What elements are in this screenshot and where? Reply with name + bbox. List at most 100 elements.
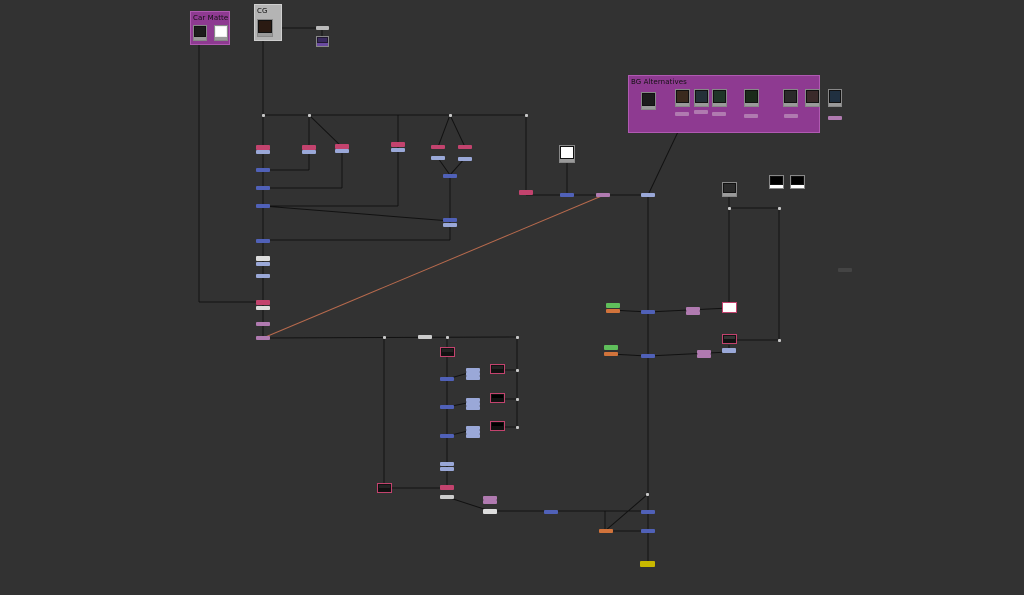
dot-node-grey-2[interactable] [256, 306, 270, 310]
merge-node-10[interactable] [641, 354, 655, 358]
read-node-bg-4[interactable] [712, 89, 727, 107]
read-node-car-6[interactable] [377, 483, 392, 493]
grade-node-2[interactable] [256, 300, 270, 305]
constant-node-orange-1[interactable] [606, 309, 620, 313]
read-node-bg-8[interactable] [828, 89, 842, 107]
read-node-matte-4[interactable] [790, 175, 805, 189]
disabled-node[interactable] [838, 268, 852, 272]
read-node-car-2[interactable] [722, 182, 737, 197]
transform-node-9[interactable] [483, 500, 497, 504]
transform-node-5[interactable] [686, 311, 700, 315]
dot-node-grey-5[interactable] [483, 509, 497, 514]
transform-node-3[interactable] [596, 193, 610, 197]
read-node-matte[interactable] [214, 25, 228, 41]
read-node-car-4[interactable] [440, 347, 455, 357]
dot-node-6[interactable] [778, 207, 781, 210]
dot-node-4[interactable] [525, 114, 528, 117]
merge-node-6[interactable] [443, 218, 457, 222]
backdrop-car-matte[interactable]: Car Matte [190, 11, 230, 45]
read-node-bg-6[interactable] [783, 89, 798, 107]
merge-node-13[interactable] [440, 434, 454, 438]
merge-node-2[interactable] [256, 186, 270, 190]
constant-node-orange-2[interactable] [604, 352, 618, 356]
node-bg-4[interactable] [744, 114, 758, 118]
merge-node-14[interactable] [544, 510, 558, 514]
dot-node-7[interactable] [778, 339, 781, 342]
shuffle-node-11[interactable] [440, 462, 454, 466]
dot-node-9[interactable] [446, 336, 449, 339]
shuffle-node-2[interactable] [256, 262, 270, 266]
read-node-matte-2[interactable] [559, 145, 575, 163]
shuffle-node-7[interactable] [431, 156, 445, 160]
node-bg-8[interactable] [828, 116, 842, 120]
constant-node-green-2[interactable] [604, 345, 618, 350]
merge-node-11[interactable] [440, 377, 454, 381]
dot-node-2[interactable] [308, 114, 311, 117]
read-node-bg-2[interactable] [675, 89, 690, 107]
node-bg-5[interactable] [784, 114, 798, 118]
read-node-bg-3[interactable] [694, 89, 709, 107]
shuffle-node-9[interactable] [443, 223, 457, 227]
dot-node-8[interactable] [383, 336, 386, 339]
constant-node-orange-3[interactable] [599, 529, 613, 533]
node-bg-3[interactable] [712, 112, 726, 116]
shuffle-node-18[interactable] [466, 406, 480, 410]
shuffle-node-6[interactable] [391, 148, 405, 152]
grade-node-5[interactable] [391, 142, 405, 147]
dot-node-10[interactable] [516, 336, 519, 339]
dot-node-11[interactable] [516, 369, 519, 372]
merge-node-12[interactable] [440, 405, 454, 409]
read-node-bg-5[interactable] [744, 89, 759, 107]
dot-node-12[interactable] [516, 398, 519, 401]
merge-node-16[interactable] [641, 529, 655, 533]
dot-node-5[interactable] [728, 207, 731, 210]
shuffle-node-15[interactable] [466, 376, 480, 380]
dot-node-14[interactable] [646, 493, 649, 496]
shuffle-node-21[interactable] [466, 434, 480, 438]
grade-node-7[interactable] [458, 145, 472, 149]
backdrop-cg[interactable]: CG [254, 4, 282, 41]
read-node-white[interactable] [722, 302, 737, 313]
read-node-matte-3[interactable] [769, 175, 784, 189]
read-node-car-3[interactable] [722, 334, 737, 344]
node-bg-2[interactable] [694, 110, 708, 114]
merge-node-4[interactable] [256, 239, 270, 243]
shuffle-node-10[interactable] [722, 348, 736, 353]
read-node-car[interactable] [193, 25, 207, 41]
merge-node-3[interactable] [256, 204, 270, 208]
shuffle-node-5[interactable] [335, 149, 349, 153]
merge-node-8[interactable] [641, 193, 655, 197]
shuffle-node-12[interactable] [440, 467, 454, 471]
dot-node-grey-4[interactable] [440, 495, 454, 499]
backdrop-bg-alternatives[interactable]: BG Alternatives [628, 75, 820, 133]
node-bg-1[interactable] [675, 112, 689, 116]
read-node-cg[interactable] [257, 19, 273, 37]
transform-node-1[interactable] [256, 322, 270, 326]
dot-node-1[interactable] [262, 114, 265, 117]
dot-node-13[interactable] [516, 426, 519, 429]
merge-node-1[interactable] [256, 168, 270, 172]
dot-node-grey-3[interactable] [418, 335, 432, 339]
shuffle-node-1[interactable] [256, 150, 270, 154]
dot-node-grey-1[interactable] [256, 256, 270, 261]
transform-node-2[interactable] [256, 336, 270, 340]
grade-node-6[interactable] [431, 145, 445, 149]
merge-node-9[interactable] [641, 310, 655, 314]
merge-node-15[interactable] [641, 510, 655, 514]
shuffle-node-8[interactable] [458, 157, 472, 161]
dot-node-3[interactable] [449, 114, 452, 117]
constant-node-green-1[interactable] [606, 303, 620, 308]
merge-node-7[interactable] [560, 193, 574, 197]
node-cg-dot[interactable] [316, 26, 329, 30]
write-node[interactable] [640, 561, 655, 567]
read-node-bg-7[interactable] [805, 89, 820, 107]
read-node-matte-5[interactable] [490, 393, 505, 403]
node-graph-canvas[interactable]: Car Matte CG BG Alternatives [0, 0, 1024, 595]
grade-node-9[interactable] [440, 485, 454, 490]
shuffle-node-3[interactable] [256, 274, 270, 278]
read-node-bg-1[interactable] [641, 92, 656, 110]
read-node-cg-small[interactable] [316, 36, 329, 47]
transform-node-7[interactable] [697, 354, 711, 358]
read-node-matte-6[interactable] [490, 421, 505, 431]
read-node-car-5[interactable] [490, 364, 505, 374]
